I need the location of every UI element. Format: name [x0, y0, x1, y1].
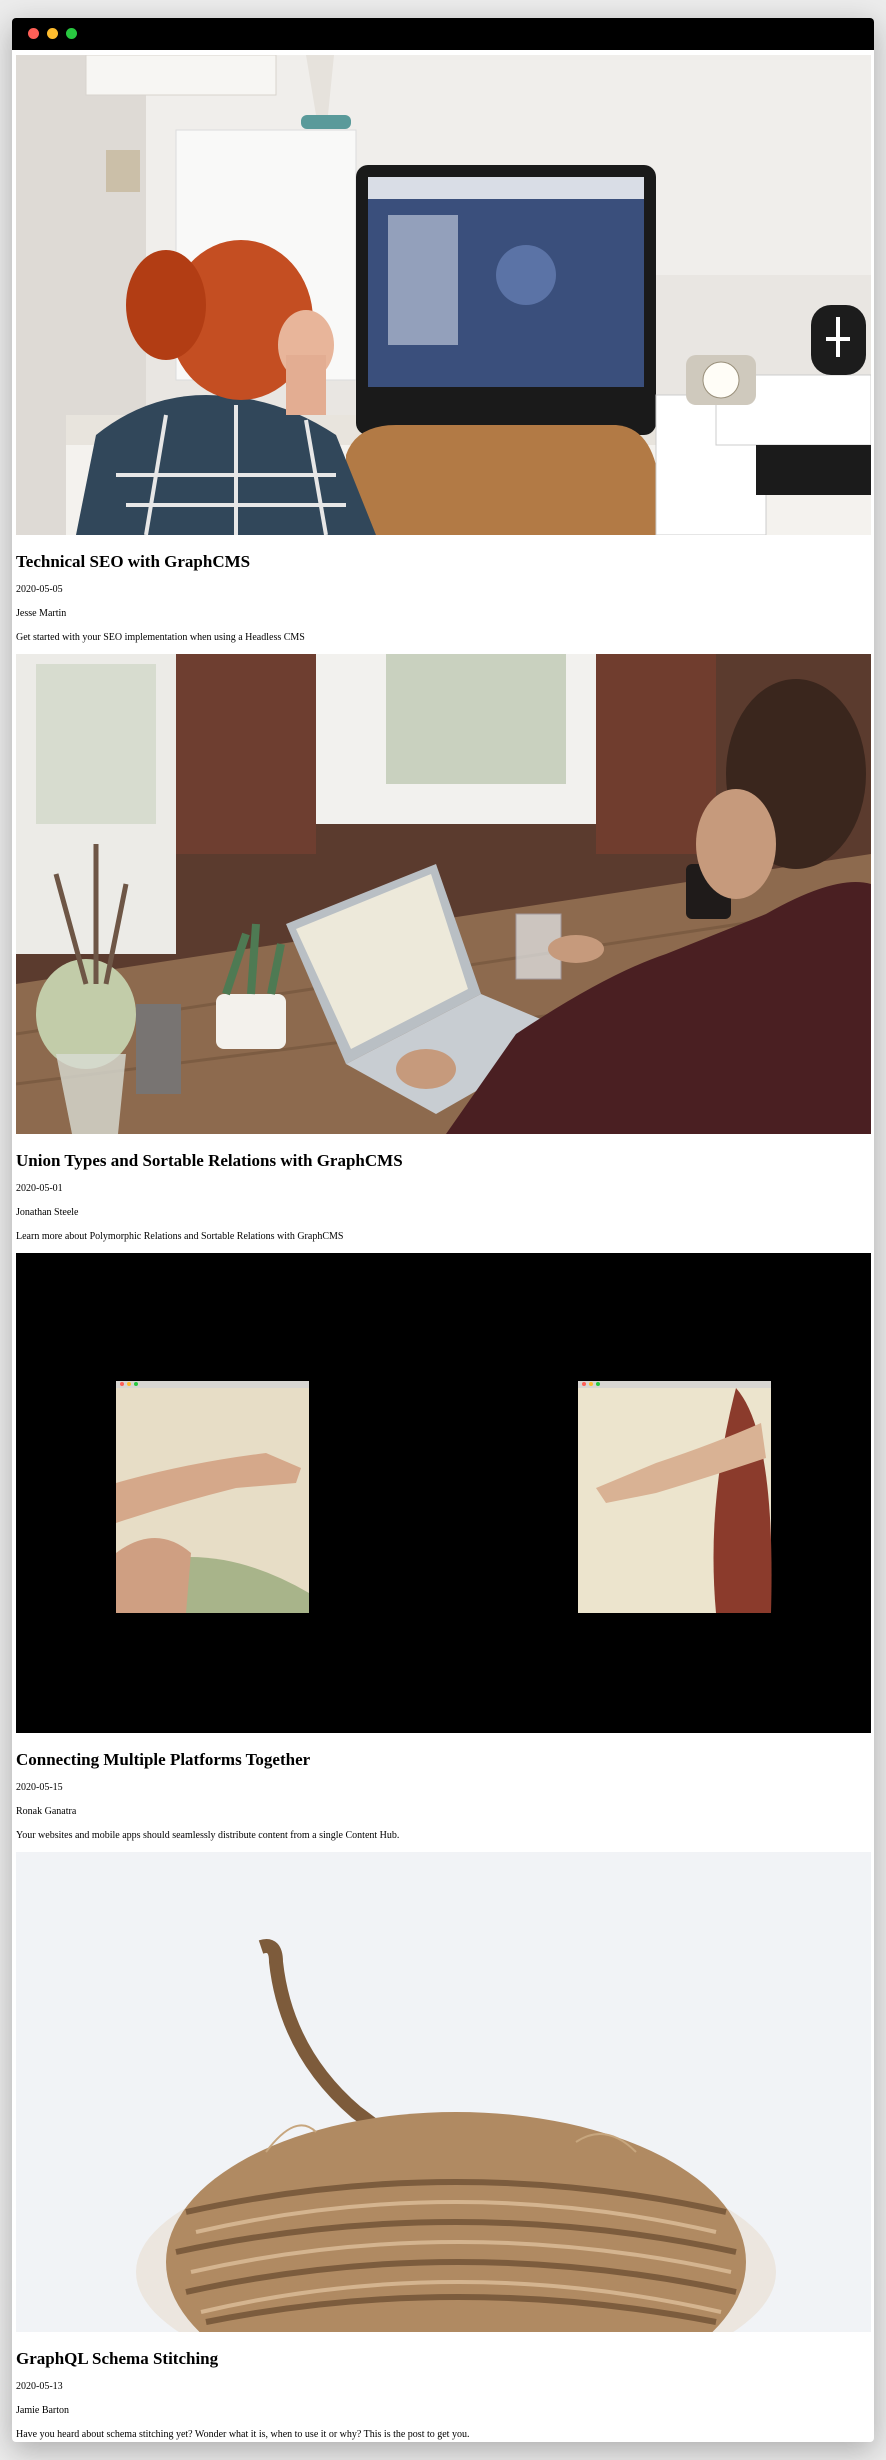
post-list: Technical SEO with GraphCMS 2020-05-05 J…: [12, 50, 874, 2441]
post-card[interactable]: GraphQL Schema Stitching 2020-05-13 Jami…: [16, 1852, 871, 2441]
post-excerpt: Learn more about Polymorphic Relations a…: [16, 1231, 344, 1242]
post-author: Jonathan Steele: [16, 1207, 79, 1218]
post-date: 2020-05-13: [16, 2381, 63, 2392]
post-title[interactable]: Union Types and Sortable Relations with …: [16, 1151, 871, 1171]
post-date: 2020-05-05: [16, 584, 63, 595]
post-excerpt: Your websites and mobile apps should sea…: [16, 1830, 400, 1841]
post-date: 2020-05-15: [16, 1782, 63, 1793]
post-hero-image[interactable]: [16, 1852, 871, 2332]
minimize-window-button[interactable]: [47, 28, 58, 39]
post-title[interactable]: Connecting Multiple Platforms Together: [16, 1750, 871, 1770]
post-date: 2020-05-01: [16, 1183, 63, 1194]
post-card[interactable]: Connecting Multiple Platforms Together 2…: [16, 1253, 871, 1842]
post-card[interactable]: Union Types and Sortable Relations with …: [16, 654, 871, 1243]
browser-window: Technical SEO with GraphCMS 2020-05-05 J…: [12, 18, 874, 2442]
post-title[interactable]: Technical SEO with GraphCMS: [16, 552, 871, 572]
post-author: Ronak Ganatra: [16, 1806, 77, 1817]
post-hero-image[interactable]: [16, 1253, 871, 1733]
post-hero-image[interactable]: [16, 55, 871, 535]
post-author: Jamie Barton: [16, 2405, 70, 2416]
post-excerpt: Have you heard about schema stitching ye…: [16, 2429, 470, 2440]
zoom-window-button[interactable]: [66, 28, 77, 39]
close-window-button[interactable]: [28, 28, 39, 39]
post-title[interactable]: GraphQL Schema Stitching: [16, 2349, 871, 2369]
window-titlebar: [12, 18, 874, 50]
post-hero-image[interactable]: [16, 654, 871, 1134]
post-card[interactable]: Technical SEO with GraphCMS 2020-05-05 J…: [16, 55, 871, 644]
post-author: Jesse Martin: [16, 608, 67, 619]
post-excerpt: Get started with your SEO implementation…: [16, 632, 305, 643]
